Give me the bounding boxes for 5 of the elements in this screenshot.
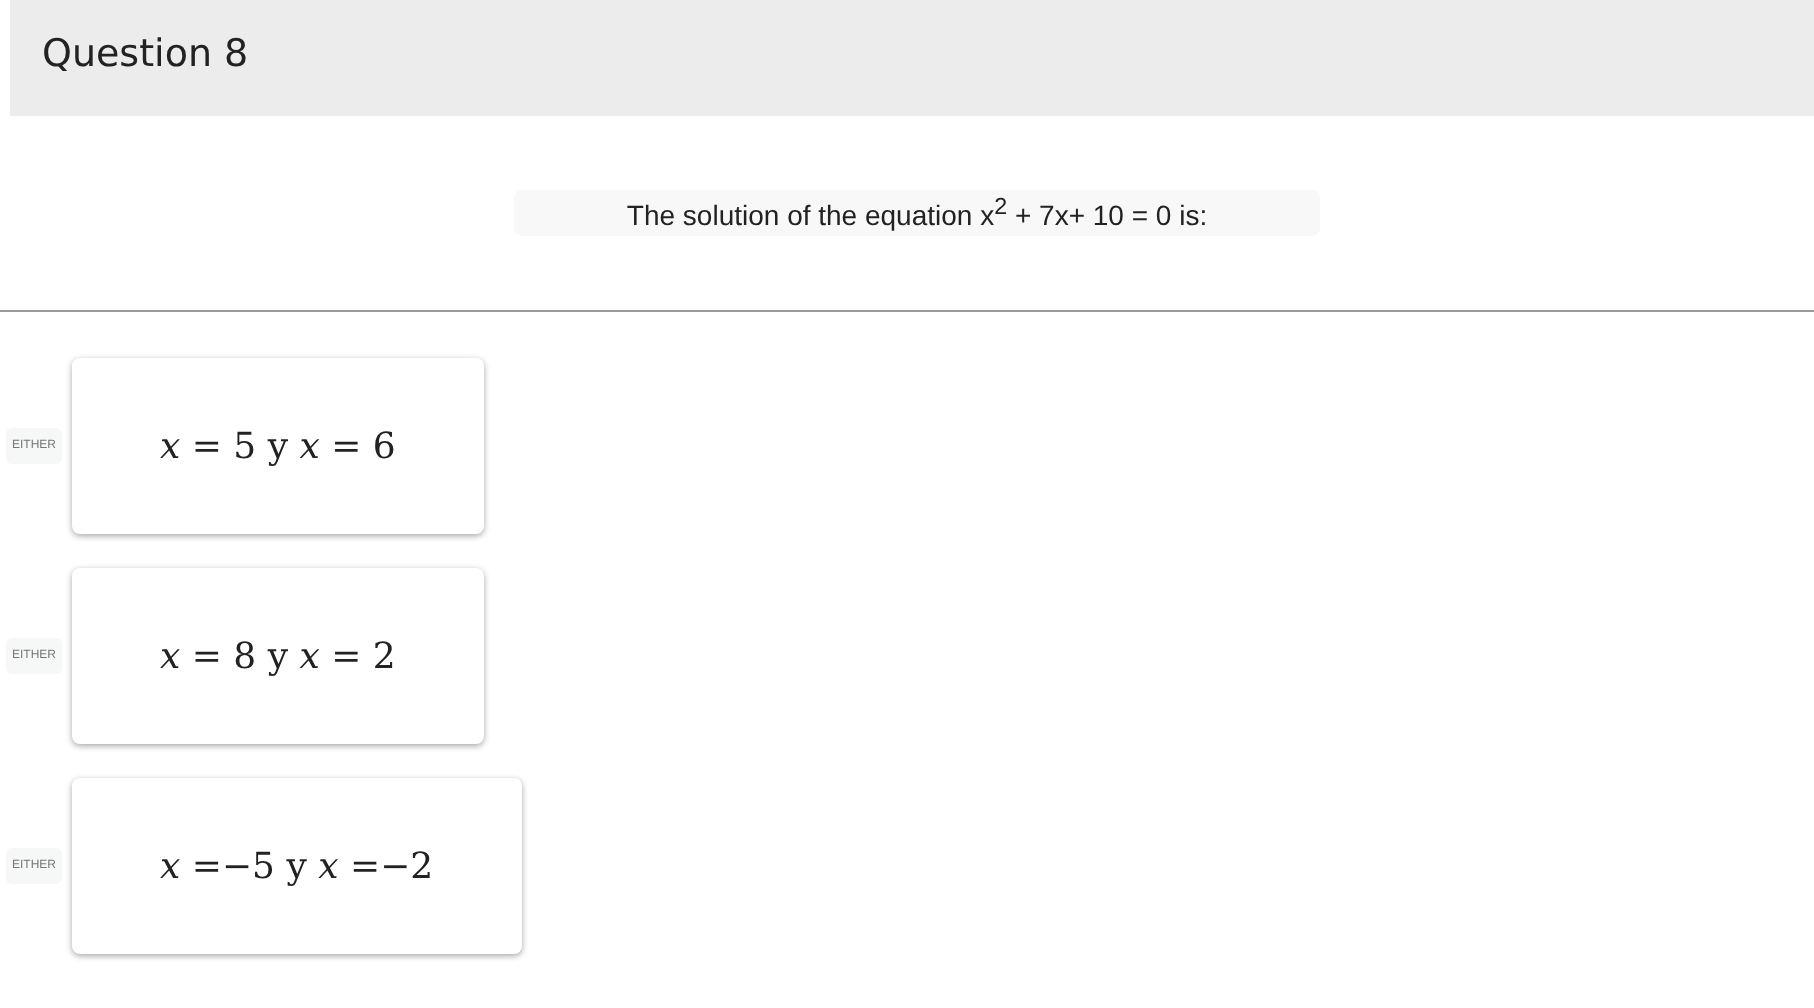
question-title: Question 8 [42,32,249,80]
question-text: The solution of the equation x$^{2}$ + 7x+ 10 = 0 is: [514,190,1320,236]
answer-option[interactable]: x = 5 y x = 6 [72,358,484,534]
answer-option[interactable]: x = 8 y x = 2 [72,568,484,744]
answer-option[interactable]: x =−5 y x =−2 [72,778,522,954]
